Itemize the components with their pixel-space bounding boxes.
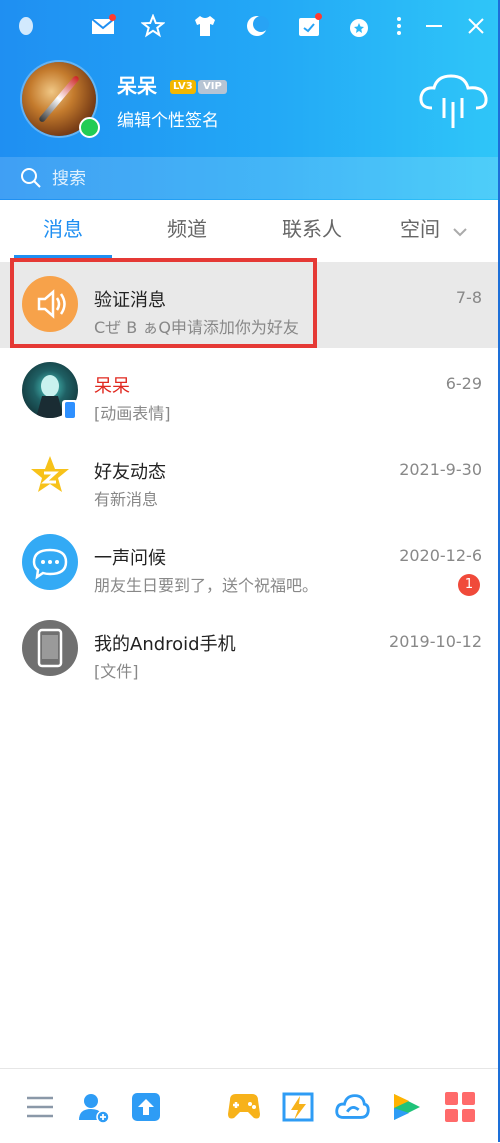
search-input[interactable] [50, 163, 474, 195]
tab-contacts[interactable]: 联系人 [262, 200, 362, 258]
conversation-title: 呆呆 [94, 376, 130, 397]
tab-bar: 消息 频道 联系人 空间 [0, 200, 500, 258]
online-status-dot[interactable] [79, 117, 100, 138]
minimize-icon[interactable] [420, 12, 448, 40]
conversation-time: 2019-10-12 [389, 632, 482, 651]
qq-penguin-icon[interactable] [12, 12, 40, 40]
qzone-star-icon [22, 448, 78, 504]
video-icon[interactable] [388, 1089, 424, 1125]
more-icon[interactable] [385, 12, 413, 40]
conversation-time: 7-8 [455, 288, 482, 307]
apps-icon[interactable] [442, 1089, 478, 1125]
conversation-preview: [动画表情] [94, 404, 171, 423]
bottom-toolbar [0, 1068, 500, 1143]
list-item[interactable]: 我的Android手机 [文件] 2019-10-12 [0, 606, 500, 692]
conversation-preview: [文件] [94, 662, 139, 681]
conversation-title: 一声问候 [94, 548, 166, 569]
search-bar[interactable] [0, 157, 500, 199]
weather-cloud-icon[interactable] [418, 72, 490, 134]
conversation-time: 6-29 [445, 374, 482, 393]
nickname[interactable]: 呆呆 [117, 70, 157, 99]
list-item[interactable]: 好友动态 有新消息 2021-9-30 [0, 434, 500, 520]
header: 呆呆 LV3 VIP 编辑个性签名 [0, 0, 500, 200]
weiyun-icon[interactable] [334, 1089, 370, 1125]
phone-icon [22, 620, 78, 676]
conversation-title: 我的Android手机 [94, 634, 236, 655]
close-icon[interactable] [462, 12, 490, 40]
conversation-title: 好友动态 [94, 462, 166, 483]
chevron-down-icon[interactable] [453, 222, 467, 241]
conversation-preview: 有新消息 [94, 490, 159, 509]
menu-icon[interactable] [22, 1089, 58, 1125]
unread-badge: 1 [458, 574, 480, 596]
tencent-docs-icon[interactable] [280, 1089, 316, 1125]
tab-space[interactable]: 空间 [390, 200, 450, 258]
add-friend-icon[interactable] [76, 1089, 112, 1125]
game-icon[interactable] [226, 1089, 262, 1125]
level-badge[interactable]: LV3 [170, 80, 196, 94]
search-icon [20, 167, 42, 193]
list-item[interactable]: 一声问候 朋友生日要到了，送个祝福吧。 2020-12-6 1 [0, 520, 500, 606]
conversation-preview: 朋友生日要到了，送个祝福吧。 [94, 576, 319, 595]
calendar-icon[interactable] [295, 12, 323, 40]
titlebar [0, 0, 500, 52]
tab-channels[interactable]: 频道 [138, 200, 236, 258]
shirt-icon[interactable] [191, 12, 219, 40]
vip-badge[interactable]: VIP [198, 80, 227, 94]
phone-icon [62, 400, 78, 420]
mail-icon[interactable] [89, 12, 117, 40]
signature-field[interactable]: 编辑个性签名 [117, 106, 219, 131]
chat-bubble-icon [22, 534, 78, 590]
star-icon[interactable] [139, 12, 167, 40]
tab-messages[interactable]: 消息 [14, 200, 112, 258]
conversation-time: 2020-12-6 [399, 546, 482, 565]
qq-main-window: 呆呆 LV3 VIP 编辑个性签名 消息 频道 联系人 空间 [0, 0, 500, 1143]
medal-icon[interactable] [345, 12, 373, 40]
list-item[interactable]: 呆呆 [动画表情] 6-29 [0, 348, 500, 434]
upload-icon[interactable] [128, 1089, 164, 1125]
avatar[interactable] [22, 62, 100, 138]
moon-icon[interactable] [243, 12, 271, 40]
conversation-time: 2021-9-30 [399, 460, 482, 479]
highlight-box [10, 258, 317, 348]
